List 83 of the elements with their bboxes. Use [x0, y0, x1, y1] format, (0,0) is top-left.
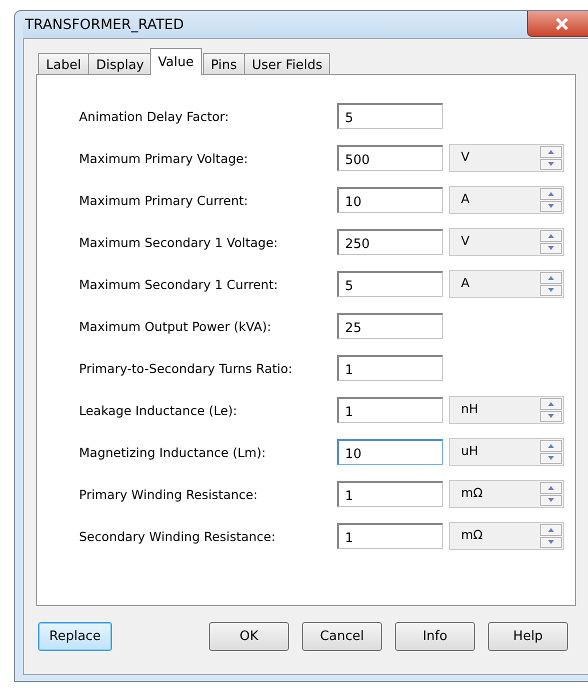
- spin-down-button[interactable]: [540, 494, 562, 506]
- tab[interactable]: Label: [38, 53, 90, 75]
- unit-text: mΩ: [460, 484, 483, 502]
- tab[interactable]: Value: [150, 48, 202, 75]
- input-field[interactable]: 1: [337, 397, 443, 423]
- spin-up-button[interactable]: [540, 230, 562, 242]
- unit-text: mΩ: [460, 526, 483, 544]
- dialog-button[interactable]: Replace: [38, 622, 112, 650]
- spin-down-button[interactable]: [540, 284, 562, 296]
- unit-spinner[interactable]: V: [449, 144, 564, 172]
- input-field[interactable]: 1: [337, 523, 443, 549]
- spin-up-button[interactable]: [540, 398, 562, 410]
- input-field[interactable]: 1: [337, 481, 443, 507]
- field-label: Primary Winding Resistance:: [79, 486, 259, 502]
- unit-text: A: [460, 274, 470, 292]
- unit-text: A: [460, 190, 470, 208]
- field-label: Maximum Primary Current:: [79, 192, 250, 208]
- triangle-up-icon: [547, 526, 555, 533]
- triangle-up-icon: [547, 148, 555, 155]
- triangle-down-icon: [547, 203, 555, 210]
- close-button[interactable]: [527, 11, 588, 37]
- spin-up-button[interactable]: [540, 146, 562, 158]
- spin-down-button[interactable]: [540, 536, 562, 548]
- dialog-button[interactable]: Help: [488, 622, 568, 650]
- triangle-up-icon: [547, 484, 555, 491]
- triangle-up-icon: [547, 232, 555, 239]
- dialog-button[interactable]: Cancel: [302, 622, 382, 650]
- input-field[interactable]: 5: [337, 103, 443, 129]
- field-label: Secondary Winding Resistance:: [79, 528, 276, 544]
- input-field[interactable]: 500: [337, 145, 443, 171]
- input-field[interactable]: 1: [337, 355, 443, 381]
- input-field[interactable]: 250: [337, 229, 443, 255]
- unit-spinner[interactable]: A: [449, 270, 564, 298]
- triangle-up-icon: [547, 190, 555, 197]
- triangle-down-icon: [547, 413, 555, 420]
- field-label: Leakage Inductance (Le):: [79, 402, 238, 418]
- unit-text: uH: [460, 442, 478, 460]
- unit-spinner[interactable]: A: [449, 186, 564, 214]
- triangle-down-icon: [547, 455, 555, 462]
- dialog-button[interactable]: Info: [395, 622, 475, 650]
- triangle-up-icon: [547, 400, 555, 407]
- field-label: Magnetizing Inductance (Lm):: [79, 444, 267, 460]
- tab[interactable]: Pins: [202, 53, 245, 75]
- field-label: Maximum Secondary 1 Current:: [79, 276, 279, 292]
- input-field[interactable]: 25: [337, 313, 443, 339]
- field-label: Maximum Output Power (kVA):: [79, 318, 272, 334]
- spin-up-button[interactable]: [540, 482, 562, 494]
- unit-text: nH: [460, 400, 478, 418]
- unit-spinner[interactable]: mΩ: [449, 480, 564, 508]
- triangle-down-icon: [547, 287, 555, 294]
- spin-down-button[interactable]: [540, 410, 562, 422]
- field-label: Primary-to-Secondary Turns Ratio:: [79, 360, 294, 376]
- spin-down-button[interactable]: [540, 242, 562, 254]
- triangle-down-icon: [547, 161, 555, 168]
- input-field[interactable]: 10: [337, 187, 443, 213]
- triangle-up-icon: [547, 274, 555, 281]
- spin-up-button[interactable]: [540, 188, 562, 200]
- field-label: Maximum Primary Voltage:: [79, 150, 249, 166]
- field-label: Animation Delay Factor:: [79, 108, 230, 124]
- window-title: TRANSFORMER_RATED: [24, 16, 184, 32]
- dialog-button[interactable]: OK: [209, 622, 289, 650]
- triangle-up-icon: [547, 442, 555, 449]
- spin-down-button[interactable]: [540, 200, 562, 212]
- spin-up-button[interactable]: [540, 272, 562, 284]
- field-label: Maximum Secondary 1 Voltage:: [79, 234, 279, 250]
- unit-spinner[interactable]: mΩ: [449, 522, 564, 550]
- tab[interactable]: Display: [88, 53, 152, 75]
- unit-text: V: [460, 232, 470, 250]
- input-field[interactable]: 10: [337, 439, 443, 465]
- close-icon: [555, 18, 569, 30]
- tab[interactable]: User Fields: [244, 53, 330, 75]
- triangle-down-icon: [547, 245, 555, 252]
- spin-up-button[interactable]: [540, 524, 562, 536]
- unit-spinner[interactable]: nH: [449, 396, 564, 424]
- input-field[interactable]: 5: [337, 271, 443, 297]
- triangle-down-icon: [547, 539, 555, 546]
- unit-text: V: [460, 148, 470, 166]
- unit-spinner[interactable]: uH: [449, 438, 564, 466]
- spin-down-button[interactable]: [540, 452, 562, 464]
- spin-up-button[interactable]: [540, 440, 562, 452]
- spin-down-button[interactable]: [540, 158, 562, 170]
- triangle-down-icon: [547, 497, 555, 504]
- unit-spinner[interactable]: V: [449, 228, 564, 256]
